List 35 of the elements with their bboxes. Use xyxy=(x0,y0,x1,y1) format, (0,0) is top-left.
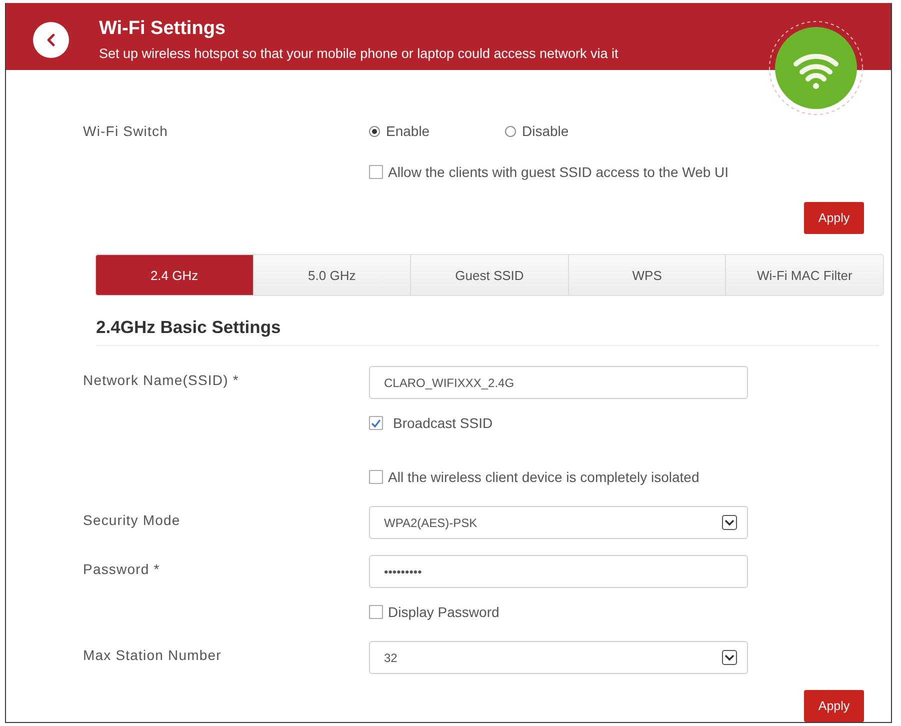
apply-button[interactable]: Apply xyxy=(804,690,864,722)
dropdown-field[interactable]: WPA2(AES)-PSK xyxy=(369,506,748,539)
checkbox[interactable] xyxy=(369,416,383,430)
tab[interactable]: WPS xyxy=(568,255,726,295)
checkbox-label: Display Password xyxy=(388,604,500,620)
chevron-left-icon xyxy=(45,32,57,48)
radio-label: Disable xyxy=(522,123,569,139)
tab[interactable]: 5.0 GHz xyxy=(252,255,410,295)
checkbox[interactable] xyxy=(369,165,383,179)
radio-button[interactable] xyxy=(369,126,380,136)
tab[interactable]: 2.4 GHz xyxy=(96,255,253,295)
page-title: Wi-Fi Settings xyxy=(99,18,226,40)
section-title: 2.4GHz Basic Settings xyxy=(96,317,879,346)
checkbox[interactable] xyxy=(369,605,383,619)
field-label: Security Mode xyxy=(83,512,182,528)
radio-button[interactable] xyxy=(505,126,516,136)
tab[interactable]: Wi-Fi MAC Filter xyxy=(725,255,883,295)
checkbox[interactable] xyxy=(369,470,383,484)
page-subtitle: Set up wireless hotspot so that your mobile phone or laptop could access network via it xyxy=(99,46,618,62)
field-label: Wi-Fi Switch xyxy=(83,123,169,139)
checkbox-label: Allow the clients with guest SSID access to the Web UI xyxy=(388,164,729,180)
wifi-icon xyxy=(768,20,864,116)
input-field[interactable]: ••••••••• xyxy=(369,555,748,588)
field-label: Max Station Number xyxy=(83,646,222,662)
checkbox-label: All the wireless client device is completely isolated xyxy=(388,469,700,485)
tab[interactable]: Guest SSID xyxy=(410,255,568,295)
checkbox-label: Broadcast SSID xyxy=(393,415,493,431)
field-label: Password * xyxy=(83,560,161,576)
radio-label: Enable xyxy=(386,123,430,139)
input-field[interactable]: CLARO_WIFIXXX_2.4G xyxy=(369,366,748,399)
apply-button[interactable]: Apply xyxy=(804,202,864,234)
field-label: Network Name(SSID) * xyxy=(83,372,240,388)
back-button[interactable] xyxy=(33,22,69,58)
checkmark-icon xyxy=(371,418,381,428)
dropdown-field[interactable]: 32 xyxy=(369,641,748,674)
